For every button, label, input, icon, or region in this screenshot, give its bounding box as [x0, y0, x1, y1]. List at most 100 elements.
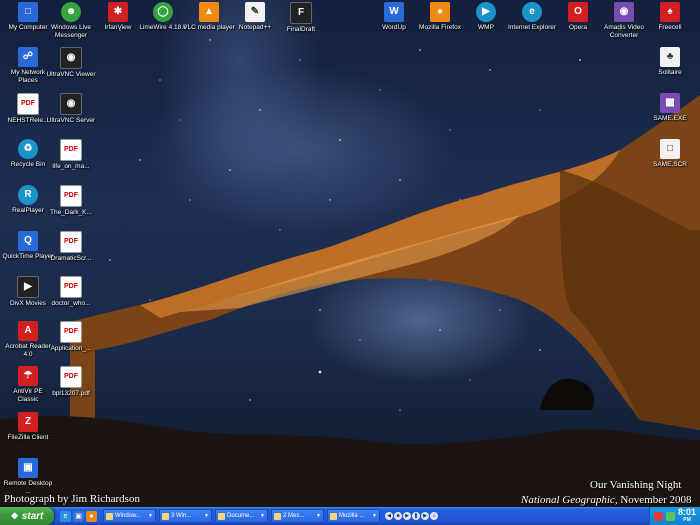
taskbar-button[interactable]: 2 Mes... ▼ [271, 509, 324, 523]
desktop-shortcut[interactable]: ▲ VLC media player [183, 2, 235, 32]
vnc-icon: ◉ [60, 93, 82, 115]
desktop-shortcut[interactable]: PDF DramaticScr... [45, 231, 97, 263]
same-exe-icon: ▩ [660, 93, 680, 113]
desktop-shortcut[interactable]: ▩ SAME.EXE [644, 93, 696, 123]
desktop-shortcut[interactable]: PDF bpl13207.pdf [45, 366, 97, 398]
taskbar-button-label: Window... [115, 513, 142, 519]
filezilla-icon: Z [18, 412, 38, 432]
desktop-shortcut[interactable]: PDF life_on_ma... [45, 139, 97, 171]
desktop-shortcut[interactable]: ◯ LimeWire 4.18.6 [137, 2, 189, 32]
desktop-shortcut[interactable]: Z FileZilla Client [2, 412, 54, 442]
shortcut-label: VLC media player [183, 24, 235, 31]
firefox-icon: ● [430, 2, 450, 22]
shortcut-label: FinalDraft [286, 26, 316, 33]
shortcut-label: doctor_who... [51, 300, 91, 307]
desktop-shortcut[interactable]: ◉ UltraVNC Server [45, 93, 97, 125]
network-tray-icon[interactable] [665, 511, 675, 521]
start-button[interactable]: ❖ start [0, 507, 54, 525]
realplayer-icon: R [18, 185, 38, 205]
finaldraft-icon: F [290, 2, 312, 24]
window-icon [106, 512, 113, 520]
publication-name: National Geographic [521, 494, 615, 506]
window-icon [218, 512, 225, 520]
irfanview-icon: ✱ [108, 2, 128, 22]
notepad-icon: ✎ [245, 2, 265, 22]
wallpaper-title: Our Vanishing Night [590, 479, 682, 491]
desktop-shortcut[interactable]: ☻ Windows Live Messenger [45, 2, 97, 39]
vnc-icon: ◉ [60, 47, 82, 69]
pdf-icon: PDF [60, 231, 82, 253]
desktop-shortcut[interactable]: PDF Application_... [45, 321, 97, 353]
pdf-icon: PDF [60, 321, 82, 343]
shortcut-label: Opera [568, 24, 588, 31]
taskbar-button[interactable]: Window... ▼ [103, 509, 156, 523]
pause-icon[interactable]: ❚ [412, 512, 420, 520]
remote-desktop-icon: ▣ [18, 458, 38, 478]
desktop-shortcut[interactable]: ✎ Notepad++ [229, 2, 281, 32]
start-label: start [21, 510, 44, 522]
taskbar-button-label: 3 Win... [171, 513, 192, 519]
show-desktop-icon[interactable]: ▣ [73, 510, 84, 522]
desktop-shortcut[interactable]: W WordUp [368, 2, 420, 32]
opera-icon: O [568, 2, 588, 22]
taskbar-button[interactable]: 3 Win... ▼ [159, 509, 212, 523]
shortcut-label: Amadis Video Converter [604, 24, 644, 39]
play-icon[interactable]: ▶ [403, 512, 411, 520]
window-icon [274, 512, 281, 520]
quicktime-icon: Q [18, 231, 38, 251]
shortcut-label: WMP [478, 24, 494, 31]
desktop-shortcut[interactable]: ♣ Solitaire [644, 47, 696, 77]
prev-icon[interactable]: ◀ [385, 512, 393, 520]
clock[interactable]: 8:01 PM [678, 508, 696, 524]
desktop-shortcut[interactable]: □ SAME.SCR [644, 139, 696, 169]
pdf-icon: PDF [60, 276, 82, 298]
desktop-shortcut[interactable]: ♠ Freecell [644, 2, 696, 32]
firefox-quicklaunch-icon[interactable]: ● [86, 510, 97, 522]
next-icon[interactable]: ▶ [421, 512, 429, 520]
chevron-down-icon: ▼ [204, 513, 209, 519]
shortcut-label: Mozilla Firefox [419, 24, 461, 31]
taskbar-button[interactable]: Docume... ▼ [215, 509, 268, 523]
computer-icon: □ [18, 2, 38, 22]
shortcut-label: UltraVNC Server [46, 117, 96, 124]
antivir-tray-icon[interactable] [653, 511, 663, 521]
desktop-shortcut[interactable]: ▣ Remote Desktop ... [2, 458, 54, 495]
shortcut-label: life_on_ma... [52, 163, 90, 170]
desktop: □ My Computer ☍ My Network Places PDF NEHSTRe… [0, 0, 700, 507]
shortcut-label: Freecell [658, 24, 682, 31]
taskbar-button-label: Mozilla ... [339, 513, 365, 519]
desktop-shortcut[interactable]: O Opera [552, 2, 604, 32]
ie-quicklaunch-icon[interactable]: e [60, 510, 71, 522]
stop-icon[interactable]: ■ [394, 512, 402, 520]
taskbar: ❖ start e ▣ ● Window... ▼ 3 Win... ▼ Docume.… [0, 507, 700, 525]
desktop-shortcut[interactable]: e Internet Explorer [506, 2, 558, 32]
desktop-shortcut[interactable]: ▶ WMP [460, 2, 512, 32]
pdf-icon: PDF [60, 185, 82, 207]
shortcut-label: Application_... [50, 345, 92, 352]
desktop-shortcut[interactable]: PDF The_Dark_K... [45, 185, 97, 217]
taskbar-button[interactable]: Mozilla ... ▼ [327, 509, 380, 523]
shortcut-label: Windows Live Messenger [50, 24, 92, 39]
solitaire-icon: ♣ [660, 47, 680, 67]
shortcut-label: UltraVNC Viewer [46, 71, 96, 78]
chevron-down-icon: ▼ [260, 513, 265, 519]
desktop-shortcut[interactable]: ● Mozilla Firefox [414, 2, 466, 32]
desktop-shortcut[interactable]: ◉ Amadis Video Converter [598, 2, 650, 39]
divx-icon: ▶ [17, 276, 39, 298]
shortcut-label: The_Dark_K... [50, 209, 92, 216]
limewire-icon: ◯ [153, 2, 173, 22]
volume-icon[interactable]: ♫ [430, 512, 438, 520]
media-controls: ◀ ■ ▶ ❚ ▶ ♫ [385, 512, 438, 520]
pdf-icon: PDF [17, 93, 39, 115]
chevron-down-icon: ▼ [148, 513, 153, 519]
shortcut-label: DramaticScr... [50, 255, 92, 262]
windows-logo-icon: ❖ [10, 510, 19, 521]
desktop-shortcut[interactable]: ◉ UltraVNC Viewer [45, 47, 97, 79]
desktop-shortcut[interactable]: PDF doctor_who... [45, 276, 97, 308]
desktop-shortcut[interactable]: F FinalDraft [275, 2, 327, 34]
window-icon [162, 512, 169, 520]
freecell-icon: ♠ [660, 2, 680, 22]
messenger-icon: ☻ [61, 2, 81, 22]
task-buttons: Window... ▼ 3 Win... ▼ Docume... ▼ 2 Mes... ▼ Mo… [103, 509, 383, 523]
shortcut-label: LimeWire 4.18.6 [139, 24, 187, 31]
